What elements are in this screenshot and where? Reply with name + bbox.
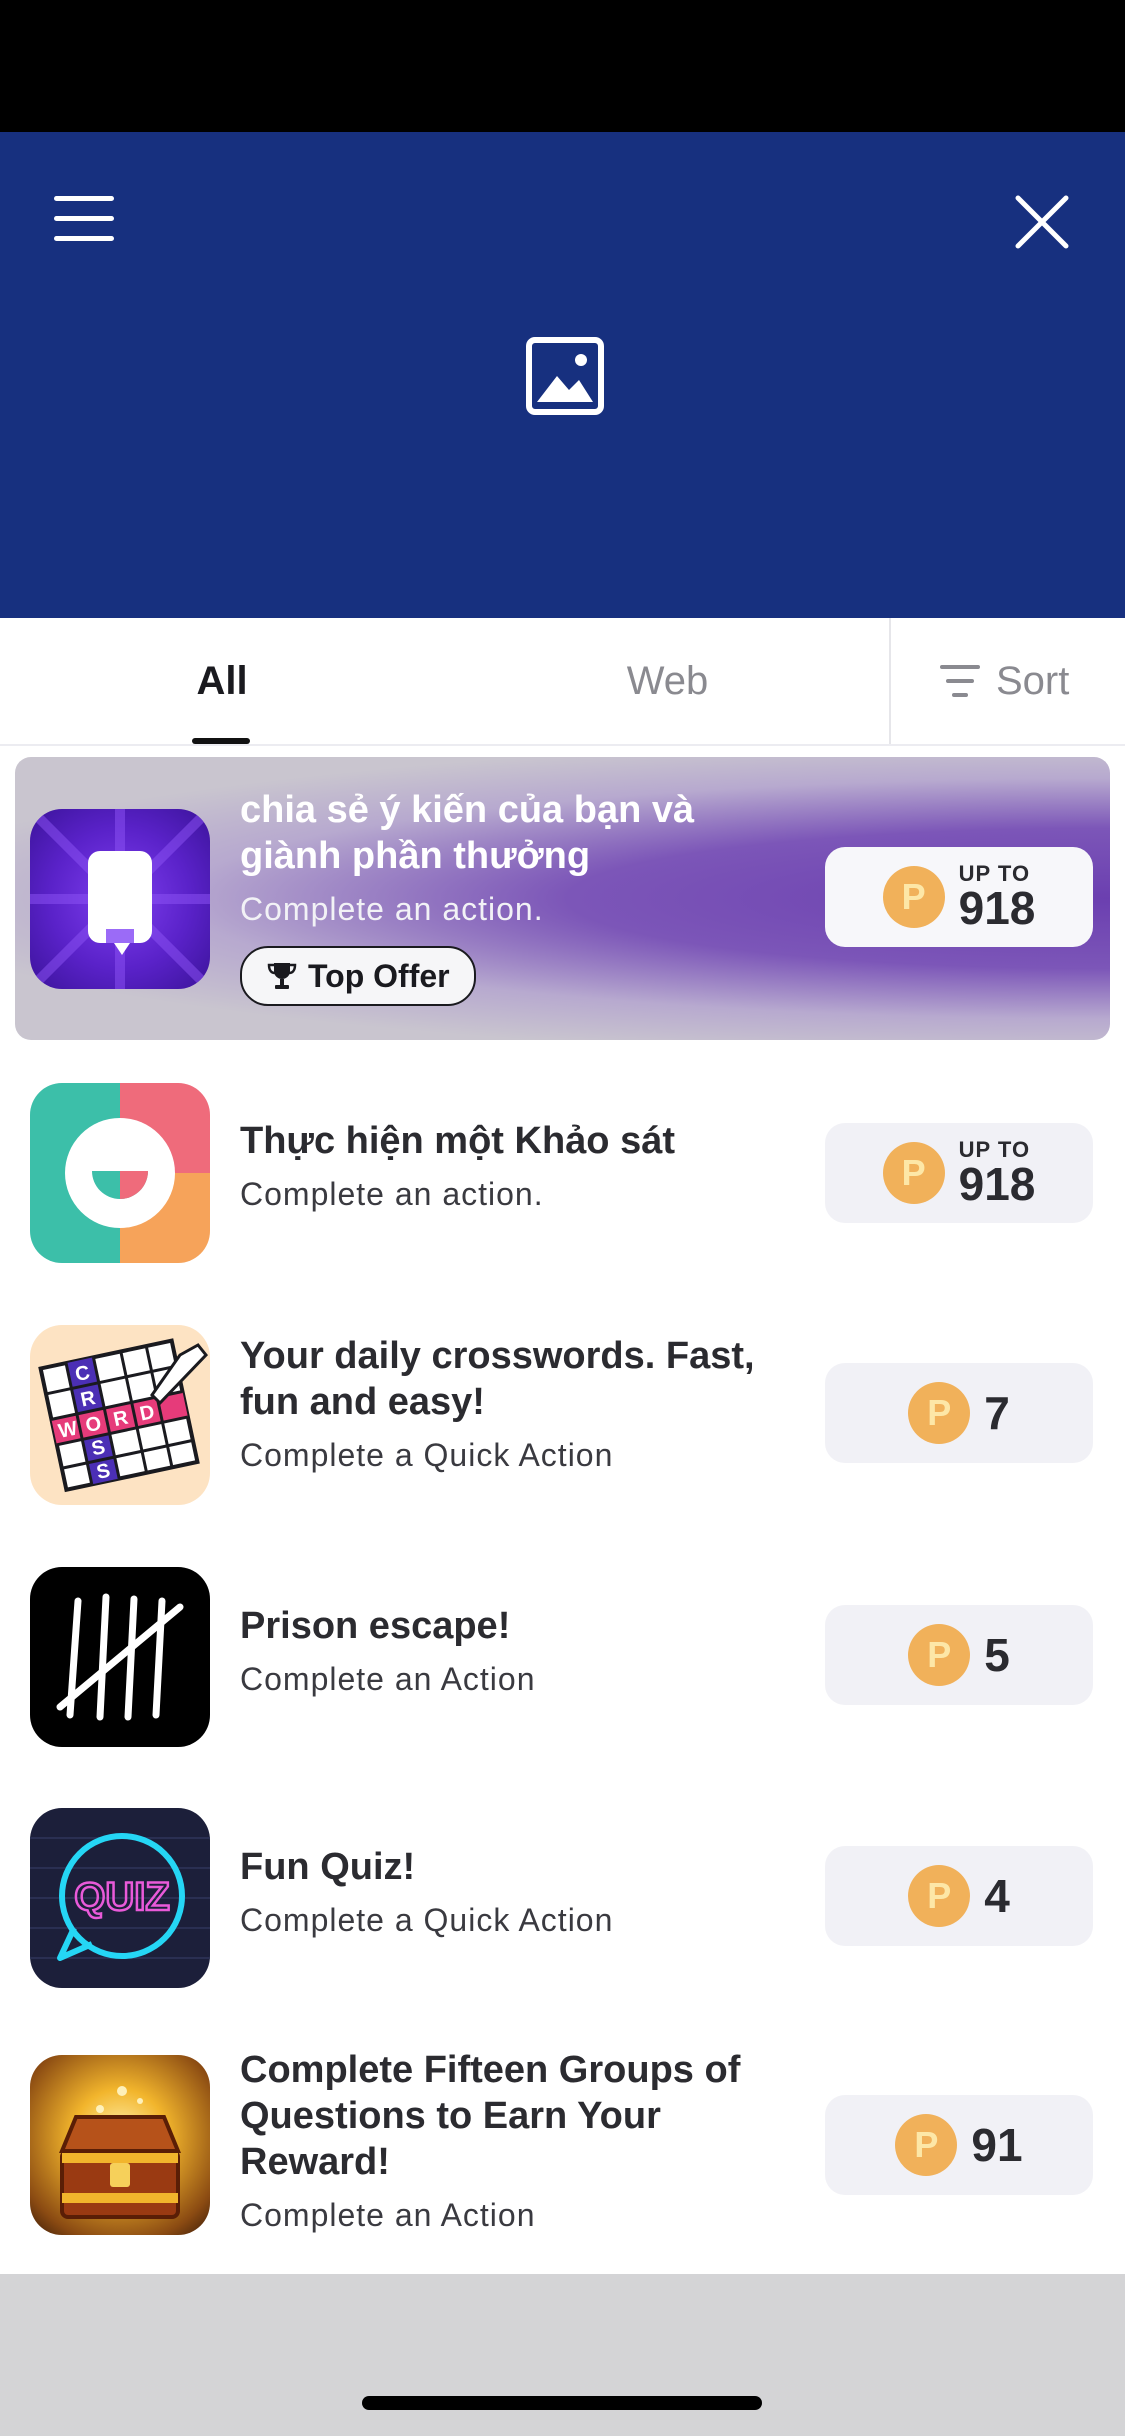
status-bar: [0, 0, 1125, 132]
offer-subtitle: Complete an action.: [240, 1176, 544, 1212]
home-indicator[interactable]: [362, 2396, 762, 2410]
reward-button[interactable]: P UP TO 918: [825, 1123, 1093, 1223]
offer-title: Your daily crosswords. Fast, fun and eas…: [240, 1335, 755, 1423]
offer-title: Complete Fifteen Groups of Questions to …: [240, 2049, 741, 2183]
sort-label: Sort: [996, 658, 1070, 703]
reward-amount: 918: [958, 882, 1036, 934]
offer-title: Fun Quiz!: [240, 1846, 416, 1888]
tally-marks-icon: [30, 1567, 210, 1747]
tab-active-indicator: [192, 738, 250, 744]
offer-item[interactable]: QUIZ Fun Quiz! Complete a Quick Action P…: [0, 1776, 1125, 2019]
reward-button[interactable]: P 91: [825, 2095, 1093, 2195]
reward-button[interactable]: P 4: [825, 1846, 1093, 1946]
offer-subtitle: Complete an Action: [240, 2197, 536, 2233]
quiz-bubble-icon: QUIZ: [30, 1808, 210, 1988]
tab-web[interactable]: Web: [570, 618, 765, 744]
offer-title: Prison escape!: [240, 1605, 511, 1647]
offer-item[interactable]: Thực hiện một Khảo sát Complete an actio…: [0, 1053, 1125, 1295]
offer-title: Thực hiện một Khảo sát: [240, 1120, 675, 1162]
top-offer-badge: Top Offer: [240, 946, 476, 1006]
reward-button[interactable]: P UP TO 918: [825, 847, 1093, 947]
featured-offer[interactable]: chia sẻ ý kiến của bạn và giành phần thư…: [15, 757, 1110, 1040]
reward-amount: 5: [984, 1629, 1010, 1681]
offer-subtitle: Complete a Quick Action: [240, 1437, 614, 1473]
sort-icon: [940, 665, 980, 697]
image-placeholder-icon: [525, 336, 605, 416]
coin-icon: P: [908, 1624, 971, 1686]
featured-offer-subtitle: Complete an action.: [240, 891, 544, 927]
menu-button[interactable]: [48, 190, 120, 250]
coin-icon: P: [882, 1142, 945, 1204]
reward-amount: 918: [958, 1158, 1036, 1210]
crossword-icon: C R W O R D S S: [30, 1325, 210, 1505]
tab-all[interactable]: All: [150, 618, 294, 744]
offer-item[interactable]: Complete Fifteen Groups of Questions to …: [0, 2017, 1125, 2274]
tab-divider: [889, 618, 891, 744]
menu-icon-line: [54, 236, 114, 241]
bottom-bar: [0, 2274, 1125, 2436]
coin-icon: P: [882, 866, 945, 928]
close-icon: [1015, 195, 1069, 249]
offer-subtitle: Complete a Quick Action: [240, 1902, 614, 1938]
featured-offer-title: chia sẻ ý kiến của bạn và giành phần thư…: [240, 789, 695, 877]
reward-amount: 7: [984, 1387, 1010, 1439]
tab-bar: All Web Sort: [0, 618, 1125, 746]
offer-item[interactable]: C R W O R D S S Your daily crosswords. F…: [0, 1293, 1125, 1537]
top-offer-label: Top Offer: [308, 957, 450, 994]
header-banner: [0, 132, 1125, 618]
reward-amount: 4: [984, 1870, 1010, 1922]
sort-button[interactable]: Sort: [940, 618, 1069, 744]
trophy-icon: [267, 963, 297, 989]
menu-icon: [54, 196, 114, 201]
reward-button[interactable]: P 7: [825, 1363, 1093, 1463]
coin-icon: P: [895, 2114, 958, 2176]
offer-subtitle: Complete an Action: [240, 1661, 536, 1697]
coin-icon: P: [908, 1865, 971, 1927]
tab-all-label: All: [196, 658, 248, 703]
reward-button[interactable]: P 5: [825, 1605, 1093, 1705]
phone-icon: [30, 809, 210, 989]
offer-item[interactable]: Prison escape! Complete an Action P 5: [0, 1535, 1125, 1778]
tab-web-label: Web: [626, 658, 709, 703]
treasure-chest-icon: [30, 2055, 210, 2235]
reward-amount: 91: [971, 2119, 1023, 2171]
svg-text:QUIZ: QUIZ: [74, 1875, 170, 1919]
coin-icon: P: [908, 1382, 971, 1444]
smile-logo-icon: [30, 1083, 210, 1263]
close-button[interactable]: [1010, 190, 1074, 254]
menu-icon-line: [54, 216, 114, 221]
